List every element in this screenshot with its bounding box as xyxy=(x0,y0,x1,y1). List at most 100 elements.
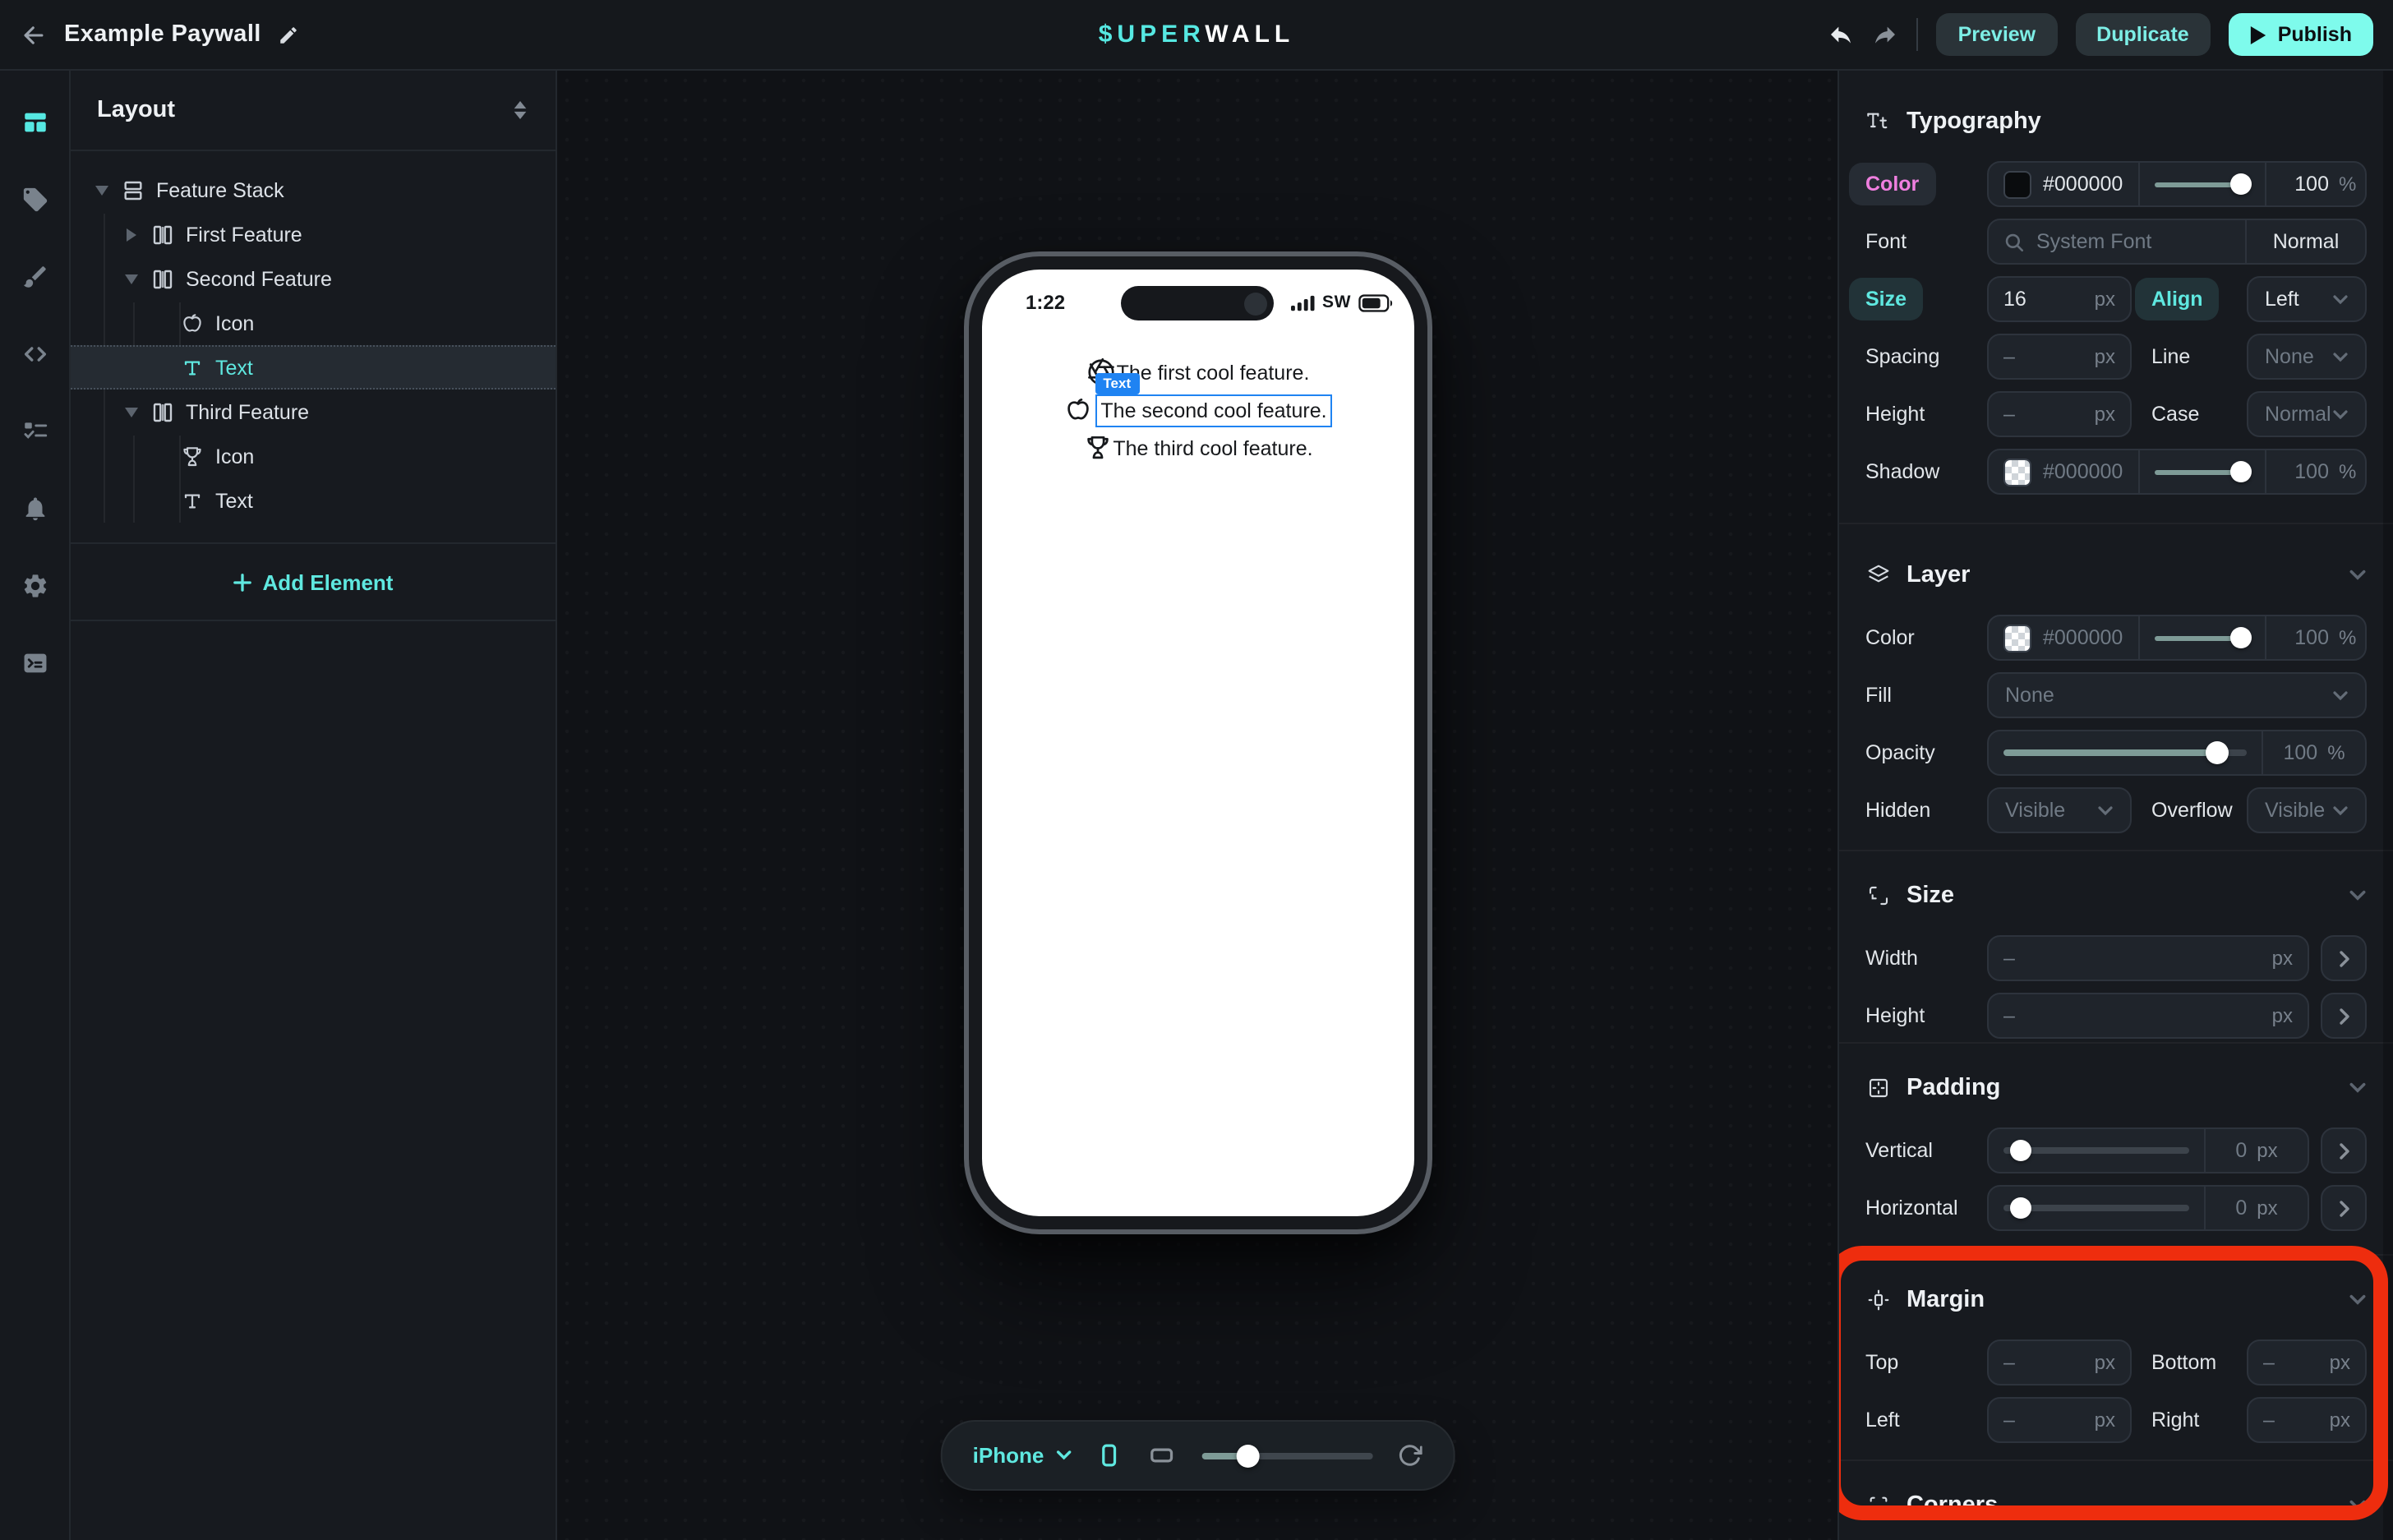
width-input[interactable]: – px xyxy=(1987,935,2309,981)
horizontal-padding-slider[interactable] xyxy=(2003,1206,2189,1211)
tree-item-icon-third[interactable]: Icon xyxy=(71,434,556,478)
font-style-field[interactable]: Normal xyxy=(2245,220,2365,263)
vertical-options-button[interactable] xyxy=(2321,1127,2367,1173)
collapse-triangle-icon[interactable] xyxy=(123,407,140,417)
sidebar-item-layout[interactable] xyxy=(0,84,69,161)
add-element-button[interactable]: Add Element xyxy=(71,544,556,621)
shadow-hex-field[interactable]: #000000 xyxy=(1989,450,2137,493)
feature-row-second[interactable]: Text The second cool feature. xyxy=(1063,394,1331,426)
tree-item-text-third[interactable]: Text xyxy=(71,478,556,523)
collapse-section-button[interactable] xyxy=(2349,889,2367,902)
layer-color-opacity-value[interactable]: 100 xyxy=(2294,626,2329,649)
layer-opacity-value-seg[interactable]: 100% xyxy=(2262,731,2365,774)
tree-item-feature-stack[interactable]: Feature Stack xyxy=(71,168,556,212)
shadow-opacity-value[interactable]: 100 xyxy=(2294,460,2329,483)
tree-item-icon-second[interactable]: Icon xyxy=(71,301,556,345)
fill-dropdown[interactable]: None xyxy=(1987,672,2367,718)
feature-row-third[interactable]: The third cool feature. xyxy=(1081,432,1312,463)
back-arrow-icon xyxy=(20,21,48,48)
preview-button[interactable]: Preview xyxy=(1937,13,2058,56)
layer-opacity-slider[interactable] xyxy=(2003,749,2247,756)
color-variable-chip[interactable]: Color xyxy=(1849,163,1935,205)
height-options-button[interactable] xyxy=(2321,993,2367,1039)
sidebar-item-tags[interactable] xyxy=(0,161,69,238)
sidebar-item-notifications[interactable] xyxy=(0,470,69,547)
collapse-section-button[interactable] xyxy=(2349,1499,2367,1512)
play-icon xyxy=(2250,25,2266,44)
height-input[interactable]: – px xyxy=(1987,993,2309,1039)
horizontal-value-seg[interactable]: 0px xyxy=(2204,1187,2308,1229)
tree-item-label: Text xyxy=(215,356,253,379)
duplicate-button[interactable]: Duplicate xyxy=(2075,13,2211,56)
layer-color-opacity-slider[interactable] xyxy=(2154,635,2249,640)
font-search-field[interactable]: System Font xyxy=(1989,220,2245,263)
collapse-section-button[interactable] xyxy=(2349,1081,2367,1095)
spacing-input[interactable]: – px xyxy=(1987,334,2132,380)
tree-item-first-feature[interactable]: First Feature xyxy=(71,212,556,256)
opacity-value[interactable]: 100 xyxy=(2294,173,2329,196)
height-value: – xyxy=(2003,1004,2015,1027)
overflow-dropdown[interactable]: Visible xyxy=(2247,787,2367,833)
shadow-opacity-slider[interactable] xyxy=(2154,469,2249,474)
align-variable-chip[interactable]: Align xyxy=(2135,278,2220,320)
horizontal-padding-control: 0px xyxy=(1987,1185,2309,1231)
layer-sort-button[interactable] xyxy=(511,99,529,122)
sidebar-item-design[interactable] xyxy=(0,238,69,316)
hidden-dropdown[interactable]: Visible xyxy=(1987,787,2132,833)
device-selector[interactable]: iPhone xyxy=(973,1443,1072,1468)
margin-bottom-input[interactable]: – px xyxy=(2247,1339,2367,1386)
width-options-button[interactable] xyxy=(2321,935,2367,981)
phone-mockup: 1:22 SW The first cool feature. xyxy=(963,251,1432,1234)
phone-screen[interactable]: 1:22 SW The first cool feature. xyxy=(981,270,1413,1216)
line-height-input[interactable]: – px xyxy=(1987,391,2132,437)
edit-title-button[interactable] xyxy=(278,24,299,45)
size-variable-chip[interactable]: Size xyxy=(1849,278,1923,320)
selected-text-element[interactable]: Text The second cool feature. xyxy=(1095,394,1331,426)
align-dropdown[interactable]: Left xyxy=(2247,276,2367,322)
color-swatch[interactable] xyxy=(2003,170,2031,198)
publish-button[interactable]: Publish xyxy=(2229,13,2373,56)
px-unit: px xyxy=(2095,1351,2115,1374)
layer-color-hex-field[interactable]: #000000 xyxy=(1989,616,2137,659)
reload-button[interactable] xyxy=(1397,1443,1422,1468)
horizontal-options-button[interactable] xyxy=(2321,1185,2367,1231)
color-opacity-slider-seg xyxy=(2137,163,2264,205)
px-unit: px xyxy=(2095,1409,2115,1432)
redo-button[interactable] xyxy=(1873,21,1899,48)
redo-icon xyxy=(1873,21,1899,48)
portrait-orientation-button[interactable] xyxy=(1096,1440,1121,1471)
font-size-input[interactable]: 16 px xyxy=(1987,276,2132,322)
collapse-triangle-icon[interactable] xyxy=(94,185,110,195)
collapse-section-button[interactable] xyxy=(2349,569,2367,582)
layer-color-swatch[interactable] xyxy=(2003,624,2031,652)
size-icon xyxy=(1865,883,1892,909)
line-dropdown[interactable]: None xyxy=(2247,334,2367,380)
margin-top-input[interactable]: – px xyxy=(1987,1339,2132,1386)
collapse-triangle-icon[interactable] xyxy=(123,274,140,284)
case-dropdown[interactable]: Normal xyxy=(2247,391,2367,437)
layer-title: Layer xyxy=(1907,562,1970,588)
px-unit: px xyxy=(2095,288,2115,311)
undo-button[interactable] xyxy=(1828,21,1855,48)
sidebar-item-checklist[interactable] xyxy=(0,393,69,470)
expand-triangle-icon[interactable] xyxy=(123,228,140,241)
canvas[interactable]: 1:22 SW The first cool feature. xyxy=(557,71,1837,1540)
zoom-slider[interactable] xyxy=(1201,1452,1372,1459)
sidebar-item-settings[interactable] xyxy=(0,547,69,625)
shadow-color-swatch[interactable] xyxy=(2003,458,2031,486)
color-hex-field[interactable]: #000000 xyxy=(1989,163,2137,205)
tree-item-second-feature[interactable]: Second Feature xyxy=(71,256,556,301)
back-button[interactable] xyxy=(20,21,48,48)
sidebar-item-console[interactable] xyxy=(0,625,69,702)
margin-left-input[interactable]: – px xyxy=(1987,1397,2132,1443)
opacity-slider[interactable] xyxy=(2154,182,2249,187)
sidebar-item-code[interactable] xyxy=(0,316,69,393)
phone-portrait-icon xyxy=(1096,1440,1121,1471)
collapse-section-button[interactable] xyxy=(2349,1293,2367,1307)
landscape-orientation-button[interactable] xyxy=(1146,1443,1177,1468)
margin-right-input[interactable]: – px xyxy=(2247,1397,2367,1443)
vertical-value-seg[interactable]: 0px xyxy=(2204,1129,2308,1172)
vertical-padding-slider[interactable] xyxy=(2003,1148,2189,1154)
tree-item-third-feature[interactable]: Third Feature xyxy=(71,390,556,434)
tree-item-text-second-selected[interactable]: Text xyxy=(71,345,556,390)
